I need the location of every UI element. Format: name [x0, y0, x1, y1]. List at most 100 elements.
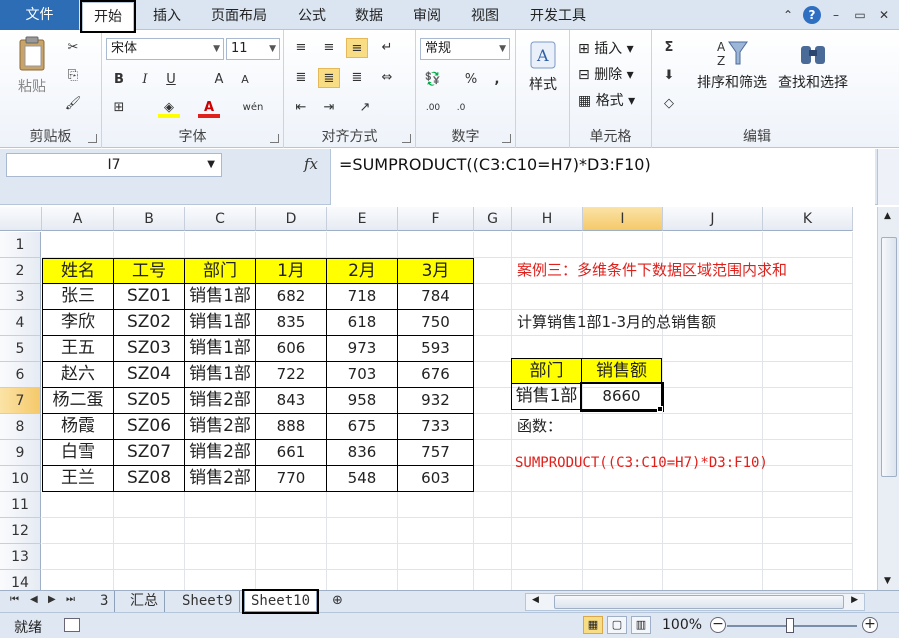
- next-sheet-icon[interactable]: ▶: [48, 594, 56, 605]
- column-header-a[interactable]: A: [42, 207, 114, 231]
- grid-cell[interactable]: [114, 232, 185, 258]
- column-header-c[interactable]: C: [185, 207, 256, 231]
- grid-cell[interactable]: [398, 492, 474, 518]
- spreadsheet-grid[interactable]: ABCDEFGHIJK 1 2 3 4 5 6 7 8 9 10 11 12 13 14 姓名 工号 部门 1月…: [0, 207, 877, 590]
- grid-cell[interactable]: [763, 336, 853, 362]
- table-cell[interactable]: 王五: [42, 336, 114, 362]
- table-cell[interactable]: 王兰: [42, 466, 114, 492]
- font-name-select[interactable]: 宋体 ▼: [106, 38, 224, 60]
- grid-cell[interactable]: [42, 544, 114, 570]
- grid-cell[interactable]: [474, 440, 512, 466]
- grid-cell[interactable]: [763, 440, 853, 466]
- merge-center-icon[interactable]: ⇔: [376, 68, 398, 88]
- tab-insert[interactable]: 插入: [142, 2, 192, 30]
- grid-cell[interactable]: [398, 232, 474, 258]
- tab-file[interactable]: 文件: [0, 0, 79, 30]
- align-center-icon[interactable]: ≣: [318, 68, 340, 88]
- window-minimize-icon[interactable]: –: [827, 6, 845, 24]
- table-cell[interactable]: 888: [256, 414, 327, 440]
- row-header-3[interactable]: 3: [0, 284, 41, 310]
- zoom-level[interactable]: 100%: [662, 617, 702, 633]
- sheet-tab-3[interactable]: 3: [94, 591, 116, 612]
- grid-cell[interactable]: [583, 414, 663, 440]
- prev-sheet-icon[interactable]: ◀: [30, 594, 38, 605]
- table-cell[interactable]: SZ07: [114, 440, 185, 466]
- grid-cell[interactable]: [763, 310, 853, 336]
- table-cell[interactable]: 703: [327, 362, 398, 388]
- sheet-tab-sheet9[interactable]: Sheet9: [176, 591, 240, 612]
- decrease-indent-icon[interactable]: ⇤: [290, 98, 312, 118]
- row-header-7[interactable]: 7: [0, 388, 41, 414]
- grid-cell[interactable]: [256, 232, 327, 258]
- table-cell[interactable]: 销售1部: [185, 310, 256, 336]
- grid-cell[interactable]: [327, 544, 398, 570]
- table-cell[interactable]: 白雪: [42, 440, 114, 466]
- table-cell[interactable]: 销售2部: [185, 440, 256, 466]
- column-header-b[interactable]: B: [114, 207, 185, 231]
- tab-page-layout[interactable]: 页面布局: [200, 2, 278, 30]
- currency-icon[interactable]: 💱: [422, 70, 444, 90]
- table-header-cell[interactable]: 2月: [327, 258, 398, 284]
- grid-cell[interactable]: [763, 388, 853, 414]
- table-cell[interactable]: 606: [256, 336, 327, 362]
- table-cell[interactable]: 835: [256, 310, 327, 336]
- scroll-right-icon[interactable]: ▶: [851, 595, 858, 605]
- align-middle-icon[interactable]: ≡: [318, 38, 340, 58]
- table-cell[interactable]: 836: [327, 440, 398, 466]
- decrease-decimal-icon[interactable]: .0: [450, 98, 472, 118]
- wrap-text-icon[interactable]: ↵: [376, 38, 398, 58]
- table-cell[interactable]: 973: [327, 336, 398, 362]
- row-header-5[interactable]: 5: [0, 336, 41, 362]
- table-header-cell[interactable]: 部门: [185, 258, 256, 284]
- zoom-slider-thumb[interactable]: [786, 618, 794, 633]
- insert-sheet-icon[interactable]: ⊕: [332, 593, 343, 608]
- table-cell[interactable]: 722: [256, 362, 327, 388]
- name-box[interactable]: I7 ▼: [6, 153, 222, 177]
- grid-cell[interactable]: [474, 466, 512, 492]
- format-painter-icon[interactable]: 🖌: [62, 94, 84, 114]
- grid-cell[interactable]: [512, 232, 583, 258]
- grid-cell[interactable]: [763, 466, 853, 492]
- grid-cell[interactable]: [185, 232, 256, 258]
- underline-button[interactable]: U: [160, 70, 182, 90]
- grid-cell[interactable]: [583, 232, 663, 258]
- orientation-icon[interactable]: ↗: [354, 98, 376, 118]
- increase-indent-icon[interactable]: ⇥: [318, 98, 340, 118]
- grid-cell[interactable]: [763, 414, 853, 440]
- scroll-down-icon[interactable]: ▼: [884, 576, 891, 586]
- grid-cell[interactable]: [327, 570, 398, 590]
- table-header-cell[interactable]: 工号: [114, 258, 185, 284]
- grid-cell[interactable]: [256, 518, 327, 544]
- grid-cell[interactable]: [42, 518, 114, 544]
- grid-cell[interactable]: [663, 232, 763, 258]
- grid-cell[interactable]: [663, 570, 763, 590]
- lookup-dept-cell[interactable]: 销售1部: [511, 384, 582, 410]
- grid-cell[interactable]: [42, 570, 114, 590]
- horizontal-scroll-thumb[interactable]: [554, 595, 844, 609]
- increase-decimal-icon[interactable]: .00: [422, 98, 444, 118]
- grid-cell[interactable]: [42, 232, 114, 258]
- grid-cell[interactable]: [185, 518, 256, 544]
- grow-font-button[interactable]: A: [208, 70, 230, 90]
- paste-button[interactable]: 粘贴: [12, 36, 52, 96]
- lookup-sales-cell[interactable]: 8660: [580, 382, 664, 412]
- column-header-g[interactable]: G: [474, 207, 512, 231]
- formula-bar-scroll[interactable]: [877, 149, 899, 205]
- table-cell[interactable]: SZ01: [114, 284, 185, 310]
- grid-cell[interactable]: [583, 544, 663, 570]
- fill-handle[interactable]: [657, 406, 663, 412]
- grid-cell[interactable]: [474, 414, 512, 440]
- column-header-j[interactable]: J: [663, 207, 763, 231]
- grid-cell[interactable]: [663, 492, 763, 518]
- grid-cell[interactable]: [256, 570, 327, 590]
- find-select-button[interactable]: 查找和选择: [772, 38, 854, 92]
- grid-cell[interactable]: [663, 414, 763, 440]
- grid-cell[interactable]: [474, 544, 512, 570]
- grid-cell[interactable]: [398, 570, 474, 590]
- table-cell[interactable]: 593: [398, 336, 474, 362]
- grid-cell[interactable]: [327, 232, 398, 258]
- table-cell[interactable]: 杨二蛋: [42, 388, 114, 414]
- table-cell[interactable]: SZ08: [114, 466, 185, 492]
- help-icon[interactable]: ?: [803, 6, 821, 24]
- grid-cell[interactable]: [663, 388, 763, 414]
